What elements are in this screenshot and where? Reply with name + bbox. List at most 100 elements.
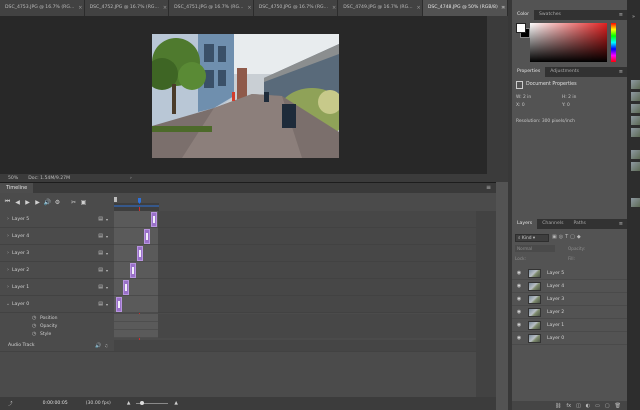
film-icon[interactable]: ▤: [98, 267, 103, 273]
stopwatch-icon[interactable]: ◷: [32, 315, 40, 321]
chevron-right-icon[interactable]: ›: [4, 216, 12, 222]
dropdown-icon[interactable]: ▾: [106, 302, 108, 307]
note-icon[interactable]: ♫: [104, 343, 108, 348]
property-track-empty[interactable]: [158, 322, 476, 330]
folder-icon[interactable]: ▭: [595, 403, 600, 409]
thumbnail-icon[interactable]: [631, 128, 640, 137]
audio-icon[interactable]: 🔊: [95, 343, 101, 349]
tab-dsc-4750[interactable]: DSC_4750.JPG @ 16.7% (RG... ×: [253, 0, 339, 16]
visibility-eye-icon[interactable]: ◉: [514, 283, 524, 289]
property-row[interactable]: ◷ Position: [0, 314, 114, 322]
layer-clip[interactable]: [144, 229, 150, 244]
track-area-empty[interactable]: [158, 296, 476, 313]
stopwatch-icon[interactable]: ◷: [32, 331, 40, 337]
thumbnail-icon[interactable]: [631, 80, 640, 89]
property-track[interactable]: [114, 330, 158, 338]
clip-handle[interactable]: [153, 216, 155, 223]
timeline-layer-row[interactable]: › Layer 5 ▤ ▾: [0, 211, 114, 228]
clip-handle[interactable]: [132, 267, 134, 274]
panel-expand-icon[interactable]: »: [629, 14, 638, 20]
filter-kind-select[interactable]: ⌕ Kind ▾: [515, 234, 549, 242]
track-area[interactable]: [114, 245, 158, 262]
dropdown-icon[interactable]: ▾: [106, 285, 108, 290]
fx-icon[interactable]: fx: [566, 403, 571, 409]
audio-track-row[interactable]: Audio Track 🔊 ♫: [0, 340, 114, 352]
tab-adjustments[interactable]: Adjustments: [545, 67, 584, 77]
close-icon[interactable]: ×: [163, 0, 167, 16]
zoom-slider[interactable]: [136, 401, 169, 405]
track-area[interactable]: [114, 296, 158, 313]
layer-item[interactable]: ◉ Layer 3: [512, 293, 627, 306]
layer-name[interactable]: Layer 5: [547, 271, 564, 276]
layer-clip[interactable]: [130, 263, 136, 278]
split-icon[interactable]: ✂: [69, 198, 78, 207]
layer-clip[interactable]: [137, 246, 143, 261]
tab-dsc-4753[interactable]: DSC_4753.JPG @ 16.7% (RG... ×: [0, 0, 85, 16]
thumbnail-icon[interactable]: [631, 92, 640, 101]
property-row[interactable]: ◷ Style: [0, 330, 114, 338]
dropdown-icon[interactable]: ▾: [106, 217, 108, 222]
foreground-color-swatch[interactable]: [516, 23, 526, 33]
track-area-empty[interactable]: [158, 211, 476, 228]
layer-name[interactable]: Layer 2: [547, 310, 564, 315]
transition-icon[interactable]: ▣: [79, 198, 88, 207]
film-icon[interactable]: ▤: [98, 301, 103, 307]
layer-item[interactable]: ◉ Layer 4: [512, 280, 627, 293]
track-area-empty[interactable]: [158, 245, 476, 262]
tab-paths[interactable]: Paths: [568, 219, 591, 229]
track-area-empty[interactable]: [158, 228, 476, 245]
layer-name[interactable]: Layer 4: [547, 284, 564, 289]
next-frame-icon[interactable]: ▶: [33, 198, 42, 207]
chevron-down-icon[interactable]: ⌄: [4, 301, 12, 307]
dropdown-icon[interactable]: ▾: [106, 234, 108, 239]
timeline-layer-row[interactable]: › Layer 3 ▤ ▾: [0, 245, 114, 262]
layer-name[interactable]: Layer 3: [547, 297, 564, 302]
link-layers-icon[interactable]: ⛓: [555, 403, 561, 409]
visibility-eye-icon[interactable]: ◉: [514, 270, 524, 276]
new-layer-icon[interactable]: ▢: [605, 403, 610, 409]
visibility-eye-icon[interactable]: ◉: [514, 335, 524, 341]
audio-track-area[interactable]: [114, 340, 476, 352]
first-frame-icon[interactable]: ⏮: [3, 198, 12, 207]
hue-slider[interactable]: [611, 23, 616, 62]
zoom-slider-thumb[interactable]: [140, 401, 145, 405]
chevron-right-icon[interactable]: ›: [4, 267, 12, 273]
track-area[interactable]: [114, 211, 158, 228]
film-icon[interactable]: ▤: [98, 233, 103, 239]
timeline-layer-row[interactable]: › Layer 1 ▤ ▾: [0, 279, 114, 296]
color-picker-field[interactable]: [530, 23, 607, 62]
thumbnail-icon[interactable]: [631, 198, 640, 207]
thumbnail-icon[interactable]: [631, 162, 640, 171]
panel-menu-icon[interactable]: ≡: [619, 67, 627, 77]
panel-menu-icon[interactable]: ≡: [619, 10, 627, 20]
dropdown-icon[interactable]: ▾: [106, 251, 108, 256]
layer-clip[interactable]: [123, 280, 129, 295]
timeline-layer-row[interactable]: › Layer 4 ▤ ▾: [0, 228, 114, 245]
layer-clip[interactable]: [151, 212, 157, 227]
stopwatch-icon[interactable]: ◷: [32, 323, 40, 329]
dropdown-icon[interactable]: ▾: [106, 268, 108, 273]
close-icon[interactable]: ×: [78, 0, 82, 16]
film-icon[interactable]: ▤: [98, 216, 103, 222]
chevron-right-icon[interactable]: ›: [4, 284, 12, 290]
track-area-empty[interactable]: [158, 279, 476, 296]
document-image[interactable]: [152, 34, 339, 158]
track-area[interactable]: [114, 228, 158, 245]
property-track[interactable]: [114, 314, 158, 322]
visibility-eye-icon[interactable]: ◉: [514, 296, 524, 302]
chevron-right-icon[interactable]: ›: [4, 250, 12, 256]
zoom-out-icon[interactable]: ▲: [127, 401, 131, 406]
filter-icons[interactable]: ▣◎T▢◆: [552, 234, 583, 240]
y-value[interactable]: Y: 0: [562, 103, 570, 108]
mask-icon[interactable]: ◫: [576, 403, 581, 409]
film-icon[interactable]: ▤: [98, 284, 103, 290]
layer-item[interactable]: ◉ Layer 2: [512, 306, 627, 319]
tab-overflow-icon[interactable]: »: [498, 0, 508, 16]
zoom-level[interactable]: 50%: [8, 176, 18, 181]
thumbnail-icon[interactable]: [631, 104, 640, 113]
timeline-layer-row[interactable]: › Layer 2 ▤ ▾: [0, 262, 114, 279]
audio-icon[interactable]: 🔊: [43, 198, 52, 207]
trash-icon[interactable]: 🗑: [615, 403, 621, 409]
thumbnail-icon[interactable]: [631, 116, 640, 125]
tab-dsc-4748[interactable]: DSC_4748.JPG @ 50% (RGB/8) ×: [422, 0, 508, 16]
